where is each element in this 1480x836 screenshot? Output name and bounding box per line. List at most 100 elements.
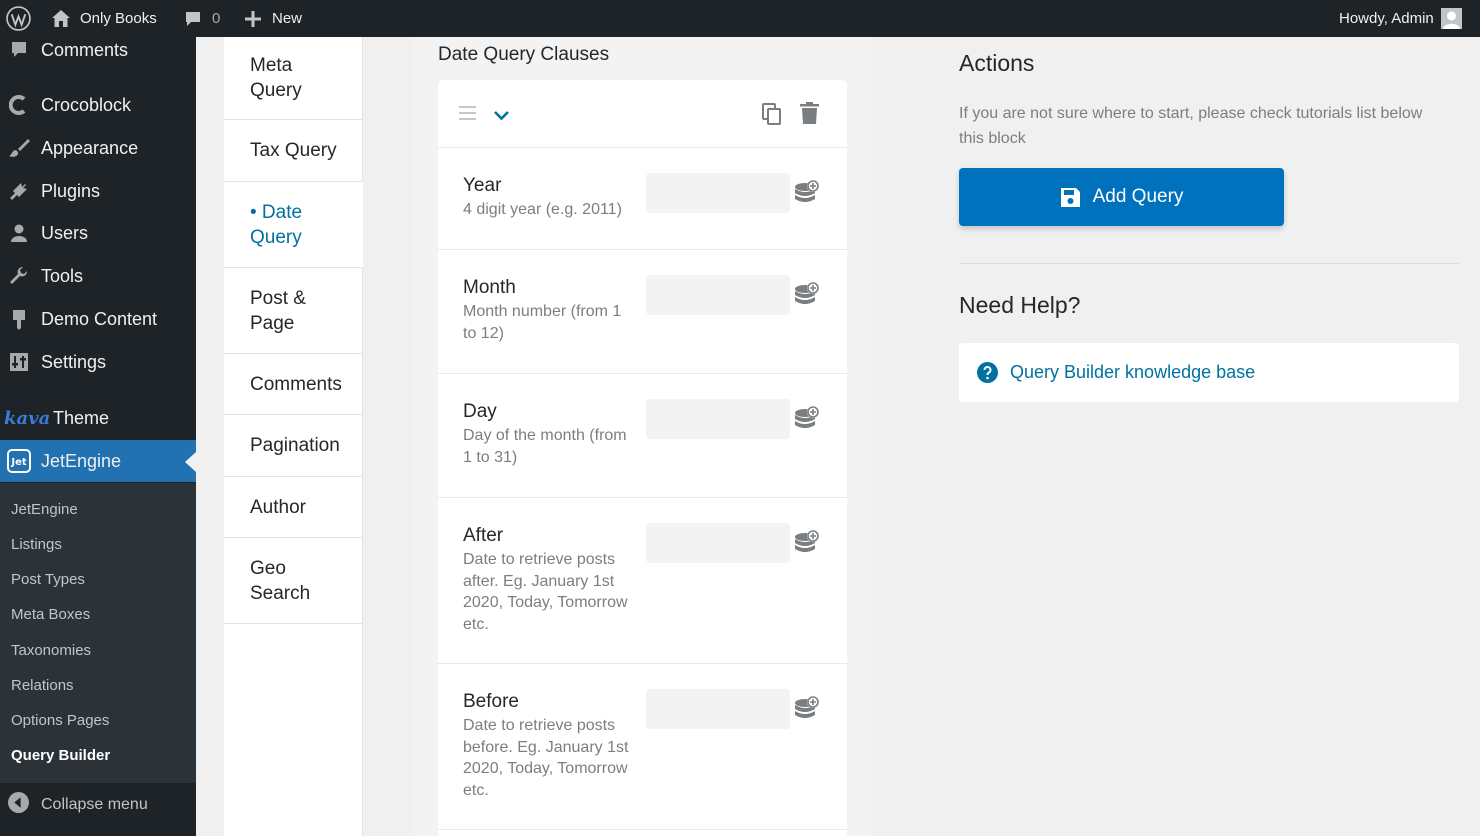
submenu-item-taxonomies[interactable]: Taxonomies — [11, 642, 91, 659]
save-icon — [1060, 187, 1081, 208]
tab-tax-query[interactable]: Tax Query — [224, 120, 362, 182]
sidebar-item-label: Theme — [53, 407, 110, 428]
submenu-item-meta-boxes[interactable]: Meta Boxes — [11, 606, 90, 623]
dynamic-tag-icon[interactable] — [794, 179, 820, 207]
row-label: Before — [463, 691, 519, 712]
sidebar-item-tools[interactable]: Tools — [0, 255, 196, 297]
sidebar-item-appearance[interactable]: Appearance — [0, 127, 196, 169]
tab-label: • Date Query — [250, 201, 303, 248]
drag-handle-icon[interactable] — [459, 106, 476, 125]
tab-label: Author — [250, 496, 306, 518]
sidebar-item-users[interactable]: Users — [0, 212, 196, 254]
question-icon — [977, 362, 998, 383]
row-description: Month number (from 1 to 12) — [463, 303, 622, 342]
knowledge-base-link[interactable]: Query Builder knowledge base — [1010, 362, 1255, 383]
dynamic-tag-icon[interactable] — [794, 405, 820, 433]
submenu-item-options-pages[interactable]: Options Pages — [11, 712, 109, 729]
clause-row-before: Before Date to retrieve posts before. Eg… — [438, 664, 847, 830]
sidebar-item-crocoblock[interactable]: Crocoblock — [0, 84, 196, 126]
tab-label: Comments — [250, 373, 342, 395]
dynamic-tag-icon[interactable] — [794, 529, 820, 557]
submenu-item-listings[interactable]: Listings — [11, 536, 62, 553]
tab-meta-query[interactable]: Meta Query — [224, 37, 362, 120]
account-menu[interactable]: Howdy, Admin — [1339, 0, 1462, 37]
download-icon — [7, 307, 31, 331]
sidebar-item-jetengine[interactable]: Jet JetEngine — [0, 440, 196, 482]
crocoblock-icon — [7, 93, 31, 117]
tab-label: Tax Query — [250, 140, 337, 161]
admin-bar: Only Books 0 New Howdy, Admin — [0, 0, 1480, 37]
chevron-down-icon[interactable] — [493, 108, 510, 126]
tab-geo-search[interactable]: Geo Search — [224, 538, 362, 624]
sidebar-item-demo-content[interactable]: Demo Content — [0, 298, 196, 340]
sidebar-item-theme[interactable]: kava Theme — [0, 397, 196, 439]
wrench-icon — [7, 264, 31, 288]
actions-help-text: If you are not sure where to start, plea… — [959, 105, 1423, 147]
sidebar-item-comments[interactable]: Comments — [0, 29, 196, 71]
new-label: New — [272, 10, 303, 27]
year-input[interactable] — [646, 173, 790, 213]
tab-comments[interactable]: Comments — [224, 354, 362, 415]
add-query-label: Add Query — [1092, 186, 1184, 207]
sidebar-item-label: Settings — [41, 351, 107, 372]
new-content-link[interactable]: New — [244, 0, 302, 37]
sidebar-item-plugins[interactable]: Plugins — [0, 170, 196, 212]
tab-date-query[interactable]: • Date Query — [224, 182, 363, 268]
sidebar-item-label: Demo Content — [41, 308, 158, 329]
copy-icon[interactable] — [762, 103, 781, 130]
month-input[interactable] — [646, 275, 790, 315]
row-description: Date to retrieve posts before. Eg. Janua… — [463, 717, 629, 799]
row-description: Date to retrieve posts after. Eg. Januar… — [463, 551, 628, 633]
sidebar-item-label: Crocoblock — [41, 94, 132, 115]
clause-card: Year 4 digit year (e.g. 2011) Month Mont… — [438, 80, 847, 836]
tab-post-page[interactable]: Post & Page — [224, 268, 362, 354]
collapse-menu-button[interactable]: Collapse menu — [0, 785, 196, 825]
comments-count: 0 — [212, 10, 221, 27]
row-label: Month — [463, 277, 516, 298]
admin-sidebar: Comments Crocoblock Appearance Plugins U… — [0, 37, 196, 836]
jetengine-submenu: JetEngine Listings Post Types Meta Boxes… — [0, 483, 196, 783]
tab-pagination[interactable]: Pagination — [224, 415, 362, 477]
help-card: Query Builder knowledge base — [959, 343, 1459, 402]
clause-toolbar — [438, 80, 847, 148]
row-label: After — [463, 525, 504, 546]
greeting: Howdy, Admin — [1339, 10, 1434, 27]
collapse-label: Collapse menu — [41, 796, 148, 813]
avatar — [1440, 8, 1462, 29]
settings-icon — [7, 350, 31, 374]
submenu-item-post-types[interactable]: Post Types — [11, 571, 85, 588]
actions-panel — [922, 37, 1480, 836]
divider — [959, 263, 1459, 264]
sidebar-item-label: Users — [41, 222, 89, 243]
row-label: Year — [463, 175, 502, 196]
user-icon — [7, 221, 31, 245]
sidebar-item-label: Tools — [41, 265, 84, 286]
home-icon — [51, 9, 71, 28]
site-name: Only Books — [80, 10, 157, 27]
sidebar-item-label: JetEngine — [41, 450, 122, 471]
clause-row-month: Month Month number (from 1 to 12) — [438, 250, 847, 374]
before-input[interactable] — [646, 689, 790, 729]
after-input[interactable] — [646, 523, 790, 563]
clause-row-year: Year 4 digit year (e.g. 2011) — [438, 148, 847, 250]
comment-icon — [7, 38, 31, 62]
paintbrush-icon — [7, 136, 31, 160]
svg-text:Jet: Jet — [10, 457, 27, 468]
tab-label: Post & Page — [250, 287, 306, 334]
trash-icon[interactable] — [800, 102, 819, 129]
sidebar-item-settings[interactable]: Settings — [0, 341, 196, 383]
dynamic-tag-icon[interactable] — [794, 695, 820, 723]
need-help-title: Need Help? — [959, 292, 1081, 318]
submenu-item-jetengine[interactable]: JetEngine — [11, 501, 78, 518]
submenu-item-relations[interactable]: Relations — [11, 677, 74, 694]
submenu-item-query-builder[interactable]: Query Builder — [11, 747, 110, 764]
dynamic-tag-icon[interactable] — [794, 281, 820, 309]
add-query-button[interactable]: Add Query — [959, 168, 1284, 226]
tab-label: Pagination — [250, 435, 340, 456]
clause-row-after: After Date to retrieve posts after. Eg. … — [438, 498, 847, 664]
day-input[interactable] — [646, 399, 790, 439]
collapse-arrow-icon — [8, 792, 29, 818]
clauses-title: Date Query Clauses — [438, 44, 610, 65]
sidebar-item-label: Comments — [41, 39, 129, 60]
tab-author[interactable]: Author — [224, 477, 362, 538]
